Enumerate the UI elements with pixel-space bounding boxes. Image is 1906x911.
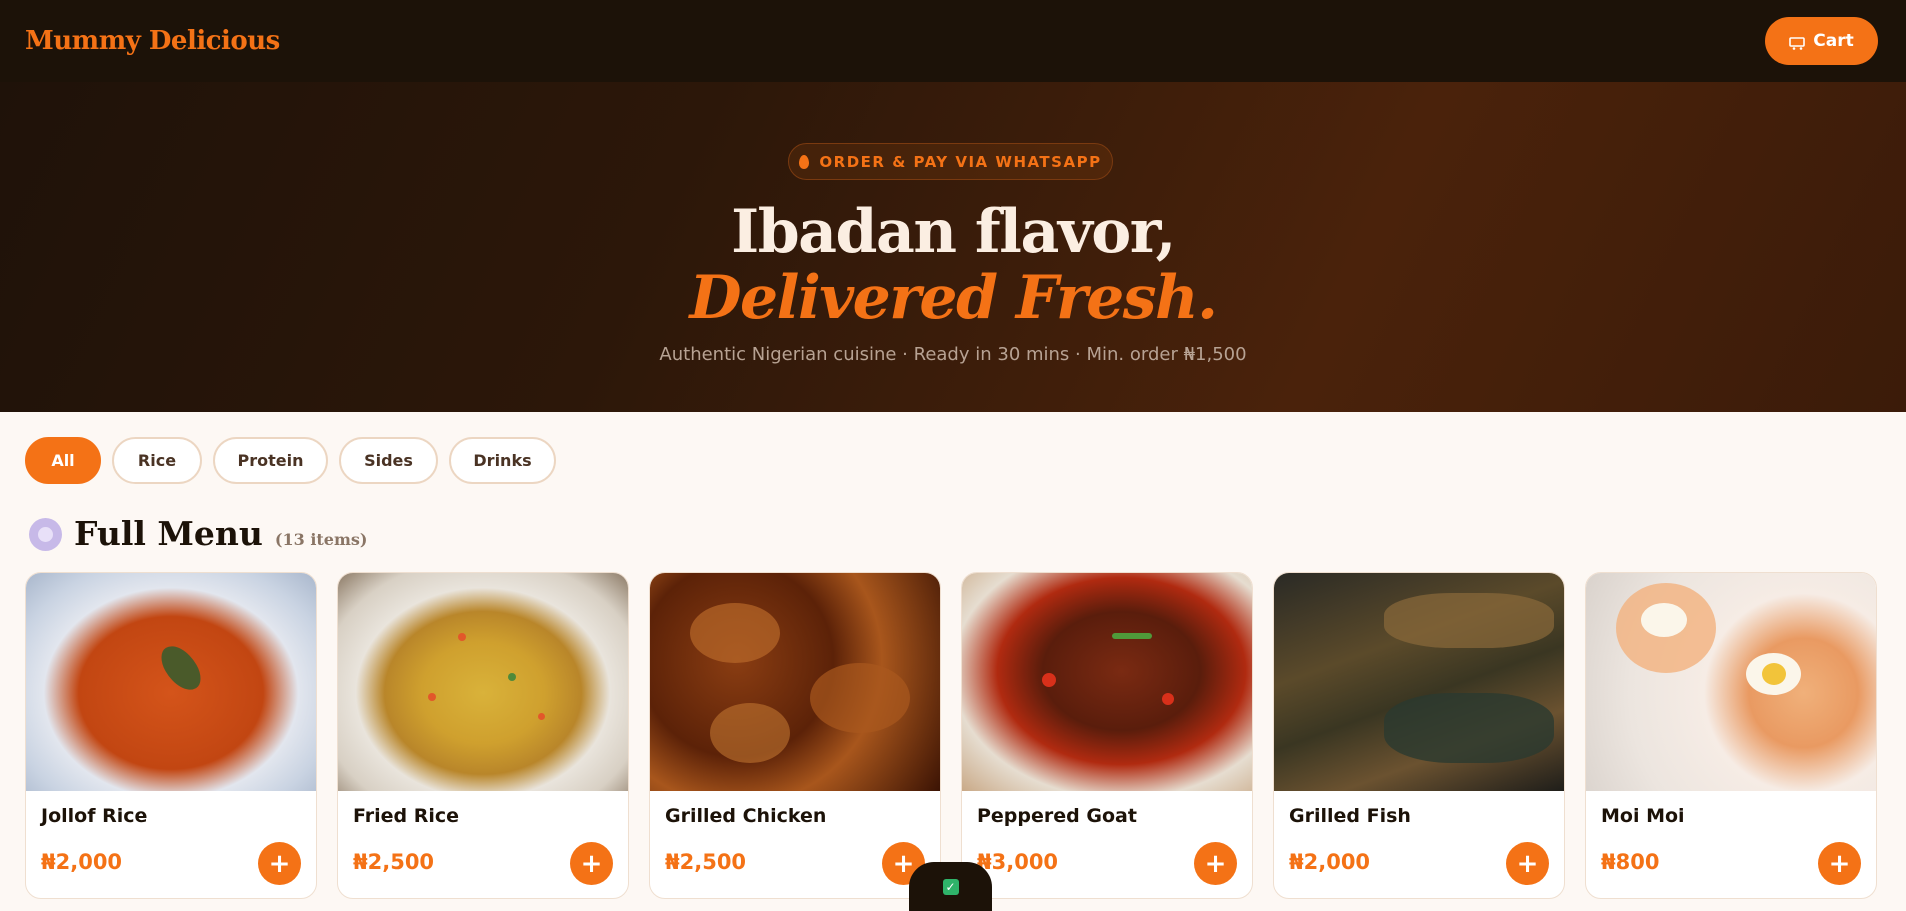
badge-label: ORDER & PAY VIA WHATSAPP xyxy=(819,152,1102,171)
menu-card-name: Peppered Goat xyxy=(977,805,1137,827)
add-to-cart-button[interactable]: + xyxy=(1818,842,1861,885)
menu-card[interactable]: Fried Rice ₦2,500 + xyxy=(337,572,629,899)
menu-item-count: (13 items) xyxy=(274,530,368,549)
menu-section-header: Full Menu (13 items) xyxy=(29,512,367,553)
cart-label: Cart xyxy=(1813,31,1854,51)
category-filters: All Rice Protein Sides Drinks xyxy=(25,437,556,484)
menu-card-price: ₦3,000 xyxy=(977,850,1059,874)
menu-card-price: ₦800 xyxy=(1601,850,1660,874)
peppered-goat-image xyxy=(962,573,1252,791)
filter-chip-rice[interactable]: Rice xyxy=(112,437,202,484)
menu-card-price: ₦2,500 xyxy=(665,850,747,874)
menu-card-name: Grilled Chicken xyxy=(665,805,827,827)
menu-card[interactable]: Grilled Chicken ₦2,500 + xyxy=(649,572,941,899)
status-toast[interactable]: ✓ xyxy=(909,862,992,911)
add-to-cart-button[interactable]: + xyxy=(1194,842,1237,885)
add-to-cart-button[interactable]: + xyxy=(258,842,301,885)
whatsapp-order-badge: ORDER & PAY VIA WHATSAPP xyxy=(788,143,1113,180)
hero-title-line2: Delivered Fresh. xyxy=(689,263,1218,333)
menu-card[interactable]: Grilled Fish ₦2,000 + xyxy=(1273,572,1565,899)
check-icon: ✓ xyxy=(942,878,959,895)
plate-icon xyxy=(29,518,62,551)
menu-grid: Jollof Rice ₦2,000 + Fried Rice ₦2,500 +… xyxy=(25,572,1877,899)
moi-moi-image xyxy=(1586,573,1876,791)
grilled-chicken-image xyxy=(650,573,940,791)
menu-card[interactable]: Peppered Goat ₦3,000 + xyxy=(961,572,1253,899)
filter-chip-all[interactable]: All xyxy=(25,437,101,484)
fried-rice-image xyxy=(338,573,628,791)
jollof-rice-image xyxy=(26,573,316,791)
menu-card[interactable]: Moi Moi ₦800 + xyxy=(1585,572,1877,899)
menu-card-name: Grilled Fish xyxy=(1289,805,1411,827)
hero-banner: ORDER & PAY VIA WHATSAPP Ibadan flavor, … xyxy=(0,82,1906,412)
grilled-fish-image xyxy=(1274,573,1564,791)
menu-card-name: Moi Moi xyxy=(1601,805,1685,827)
menu-card-price: ₦2,000 xyxy=(41,850,123,874)
menu-title: Full Menu xyxy=(74,514,263,553)
hero-subtitle: Authentic Nigerian cuisine · Ready in 30… xyxy=(659,344,1247,365)
menu-card-name: Jollof Rice xyxy=(41,805,148,827)
menu-card-name: Fried Rice xyxy=(353,805,460,827)
cart-button[interactable]: Cart xyxy=(1765,17,1878,65)
menu-card-price: ₦2,500 xyxy=(353,850,435,874)
filter-chip-sides[interactable]: Sides xyxy=(339,437,438,484)
cart-icon xyxy=(1789,35,1807,50)
add-to-cart-button[interactable]: + xyxy=(1506,842,1549,885)
top-nav: Mummy Delicious Cart xyxy=(0,0,1906,82)
filter-chip-drinks[interactable]: Drinks xyxy=(449,437,556,484)
add-to-cart-button[interactable]: + xyxy=(570,842,613,885)
filter-chip-protein[interactable]: Protein xyxy=(213,437,328,484)
menu-card[interactable]: Jollof Rice ₦2,000 + xyxy=(25,572,317,899)
flame-icon xyxy=(799,154,810,169)
hero-title-line1: Ibadan flavor, xyxy=(731,197,1176,267)
brand-logo[interactable]: Mummy Delicious xyxy=(25,26,280,56)
menu-card-price: ₦2,000 xyxy=(1289,850,1371,874)
